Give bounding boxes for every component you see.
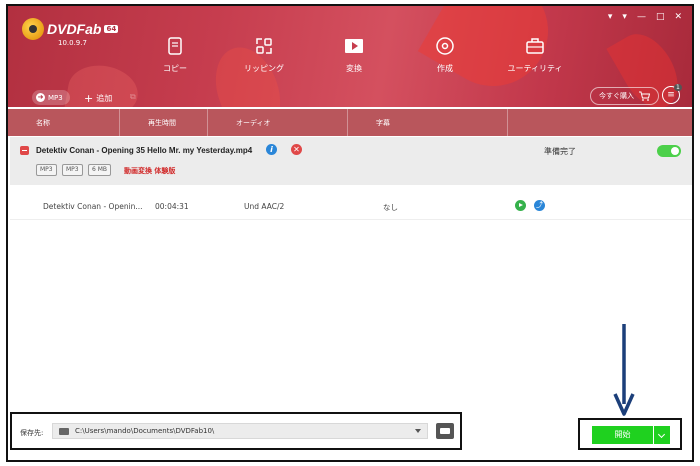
nav-ripper[interactable]: リッピング bbox=[234, 36, 294, 74]
save-location-bar: 保存先: C:\Users\mando\Documents\DVDFab10\ bbox=[10, 412, 462, 450]
share-icon[interactable]: ⤴ bbox=[534, 200, 545, 211]
save-to-label: 保存先: bbox=[20, 429, 44, 437]
dvdfab-logo: DVDFab 64 bbox=[22, 18, 119, 40]
chevron-down-icon bbox=[415, 429, 421, 433]
disabled-toolbar-icon: ⧉ bbox=[130, 92, 136, 101]
list-icon: ≡ bbox=[667, 90, 675, 100]
column-name[interactable]: 名称 bbox=[8, 109, 120, 136]
start-button[interactable]: 開始 bbox=[592, 426, 653, 444]
nav-converter[interactable]: 変換 bbox=[324, 36, 384, 74]
cart-icon bbox=[639, 91, 650, 101]
nav-utility-label: ユーティリティ bbox=[507, 64, 563, 73]
close-button[interactable]: ✕ bbox=[674, 12, 682, 22]
info-icon[interactable]: i bbox=[266, 144, 277, 155]
menu-icon[interactable]: ▾ bbox=[622, 12, 627, 22]
start-dropdown-button[interactable] bbox=[654, 426, 670, 444]
browse-folder-button[interactable] bbox=[436, 423, 454, 439]
add-label: 追加 bbox=[96, 94, 113, 103]
profile-label: MP3 bbox=[48, 93, 63, 102]
nav-converter-label: 変換 bbox=[346, 64, 362, 73]
size-tag: 6 MB bbox=[88, 164, 112, 176]
enable-toggle[interactable] bbox=[657, 145, 681, 157]
nav-creator-label: 作成 bbox=[437, 64, 453, 73]
column-duration[interactable]: 再生時間 bbox=[120, 109, 208, 136]
folder-icon bbox=[59, 428, 69, 435]
start-area: 開始 bbox=[578, 418, 682, 450]
save-path-value: C:\Users\mando\Documents\DVDFab10\ bbox=[75, 427, 215, 435]
collapse-icon[interactable] bbox=[20, 146, 29, 155]
add-button[interactable]: + 追加 bbox=[84, 92, 112, 105]
maximize-button[interactable]: □ bbox=[656, 12, 665, 22]
column-header-row: 名称 再生時間 オーディオ 字幕 bbox=[8, 109, 692, 136]
annotation-arrow-icon bbox=[613, 324, 635, 416]
track-name: Detektiv Conan - Openin... bbox=[43, 202, 143, 211]
logo-mark-icon bbox=[22, 18, 44, 40]
logo-text: DVDFab bbox=[47, 21, 102, 37]
nav-creator[interactable]: 作成 bbox=[415, 36, 475, 74]
column-audio[interactable]: オーディオ bbox=[208, 109, 348, 136]
converter-icon bbox=[345, 39, 363, 53]
status-text: 準備完了 bbox=[544, 147, 576, 156]
column-empty bbox=[508, 109, 692, 136]
track-audio[interactable]: Und AAC/2 bbox=[244, 202, 284, 211]
track-row[interactable]: Detektiv Conan - Openin... 00:04:31 Und … bbox=[10, 192, 692, 220]
arrow-right-icon: ➜ bbox=[36, 93, 45, 102]
creator-icon bbox=[436, 37, 454, 55]
queue-count-badge: 1 bbox=[674, 84, 682, 91]
nav-ripper-label: リッピング bbox=[244, 64, 284, 73]
save-path-select[interactable]: C:\Users\mando\Documents\DVDFab10\ bbox=[52, 423, 428, 439]
utility-icon bbox=[526, 38, 544, 54]
profile-selector[interactable]: ➜ MP3 bbox=[32, 90, 70, 105]
file-name: Detektiv Conan - Opening 35 Hello Mr. my… bbox=[36, 146, 253, 155]
buy-now-button[interactable]: 今すぐ購入 bbox=[590, 87, 659, 105]
version-label: 10.0.9.7 bbox=[58, 39, 87, 47]
header-banner: DVDFab 64 10.0.9.7 ▾ ▾ — □ ✕ コピー リッピング 変… bbox=[8, 6, 692, 107]
track-duration: 00:04:31 bbox=[155, 202, 189, 211]
remove-icon[interactable]: ✕ bbox=[291, 144, 302, 155]
buy-now-label: 今すぐ購入 bbox=[599, 92, 634, 100]
file-row[interactable]: Detektiv Conan - Opening 35 Hello Mr. my… bbox=[10, 137, 692, 185]
column-subtitle[interactable]: 字幕 bbox=[348, 109, 508, 136]
logo-badge: 64 bbox=[104, 25, 119, 33]
minimize-button[interactable]: — bbox=[637, 12, 646, 22]
window-controls: ▾ ▾ — □ ✕ bbox=[608, 12, 682, 22]
app-window: DVDFab 64 10.0.9.7 ▾ ▾ — □ ✕ コピー リッピング 変… bbox=[6, 4, 694, 462]
nav-copy[interactable]: コピー bbox=[145, 36, 205, 74]
play-icon[interactable] bbox=[515, 200, 526, 211]
nav-copy-label: コピー bbox=[163, 64, 187, 73]
trial-label: 動画変換 体験版 bbox=[124, 167, 176, 175]
nav-utility[interactable]: ユーティリティ bbox=[505, 36, 565, 74]
format-tag: MP3 bbox=[36, 164, 57, 176]
track-subtitle[interactable]: なし bbox=[383, 202, 398, 213]
dropdown-icon[interactable]: ▾ bbox=[608, 12, 613, 22]
plus-icon: + bbox=[84, 92, 94, 105]
ripper-icon bbox=[256, 38, 272, 54]
copy-icon bbox=[168, 37, 182, 55]
audio-tag: MP3 bbox=[62, 164, 83, 176]
